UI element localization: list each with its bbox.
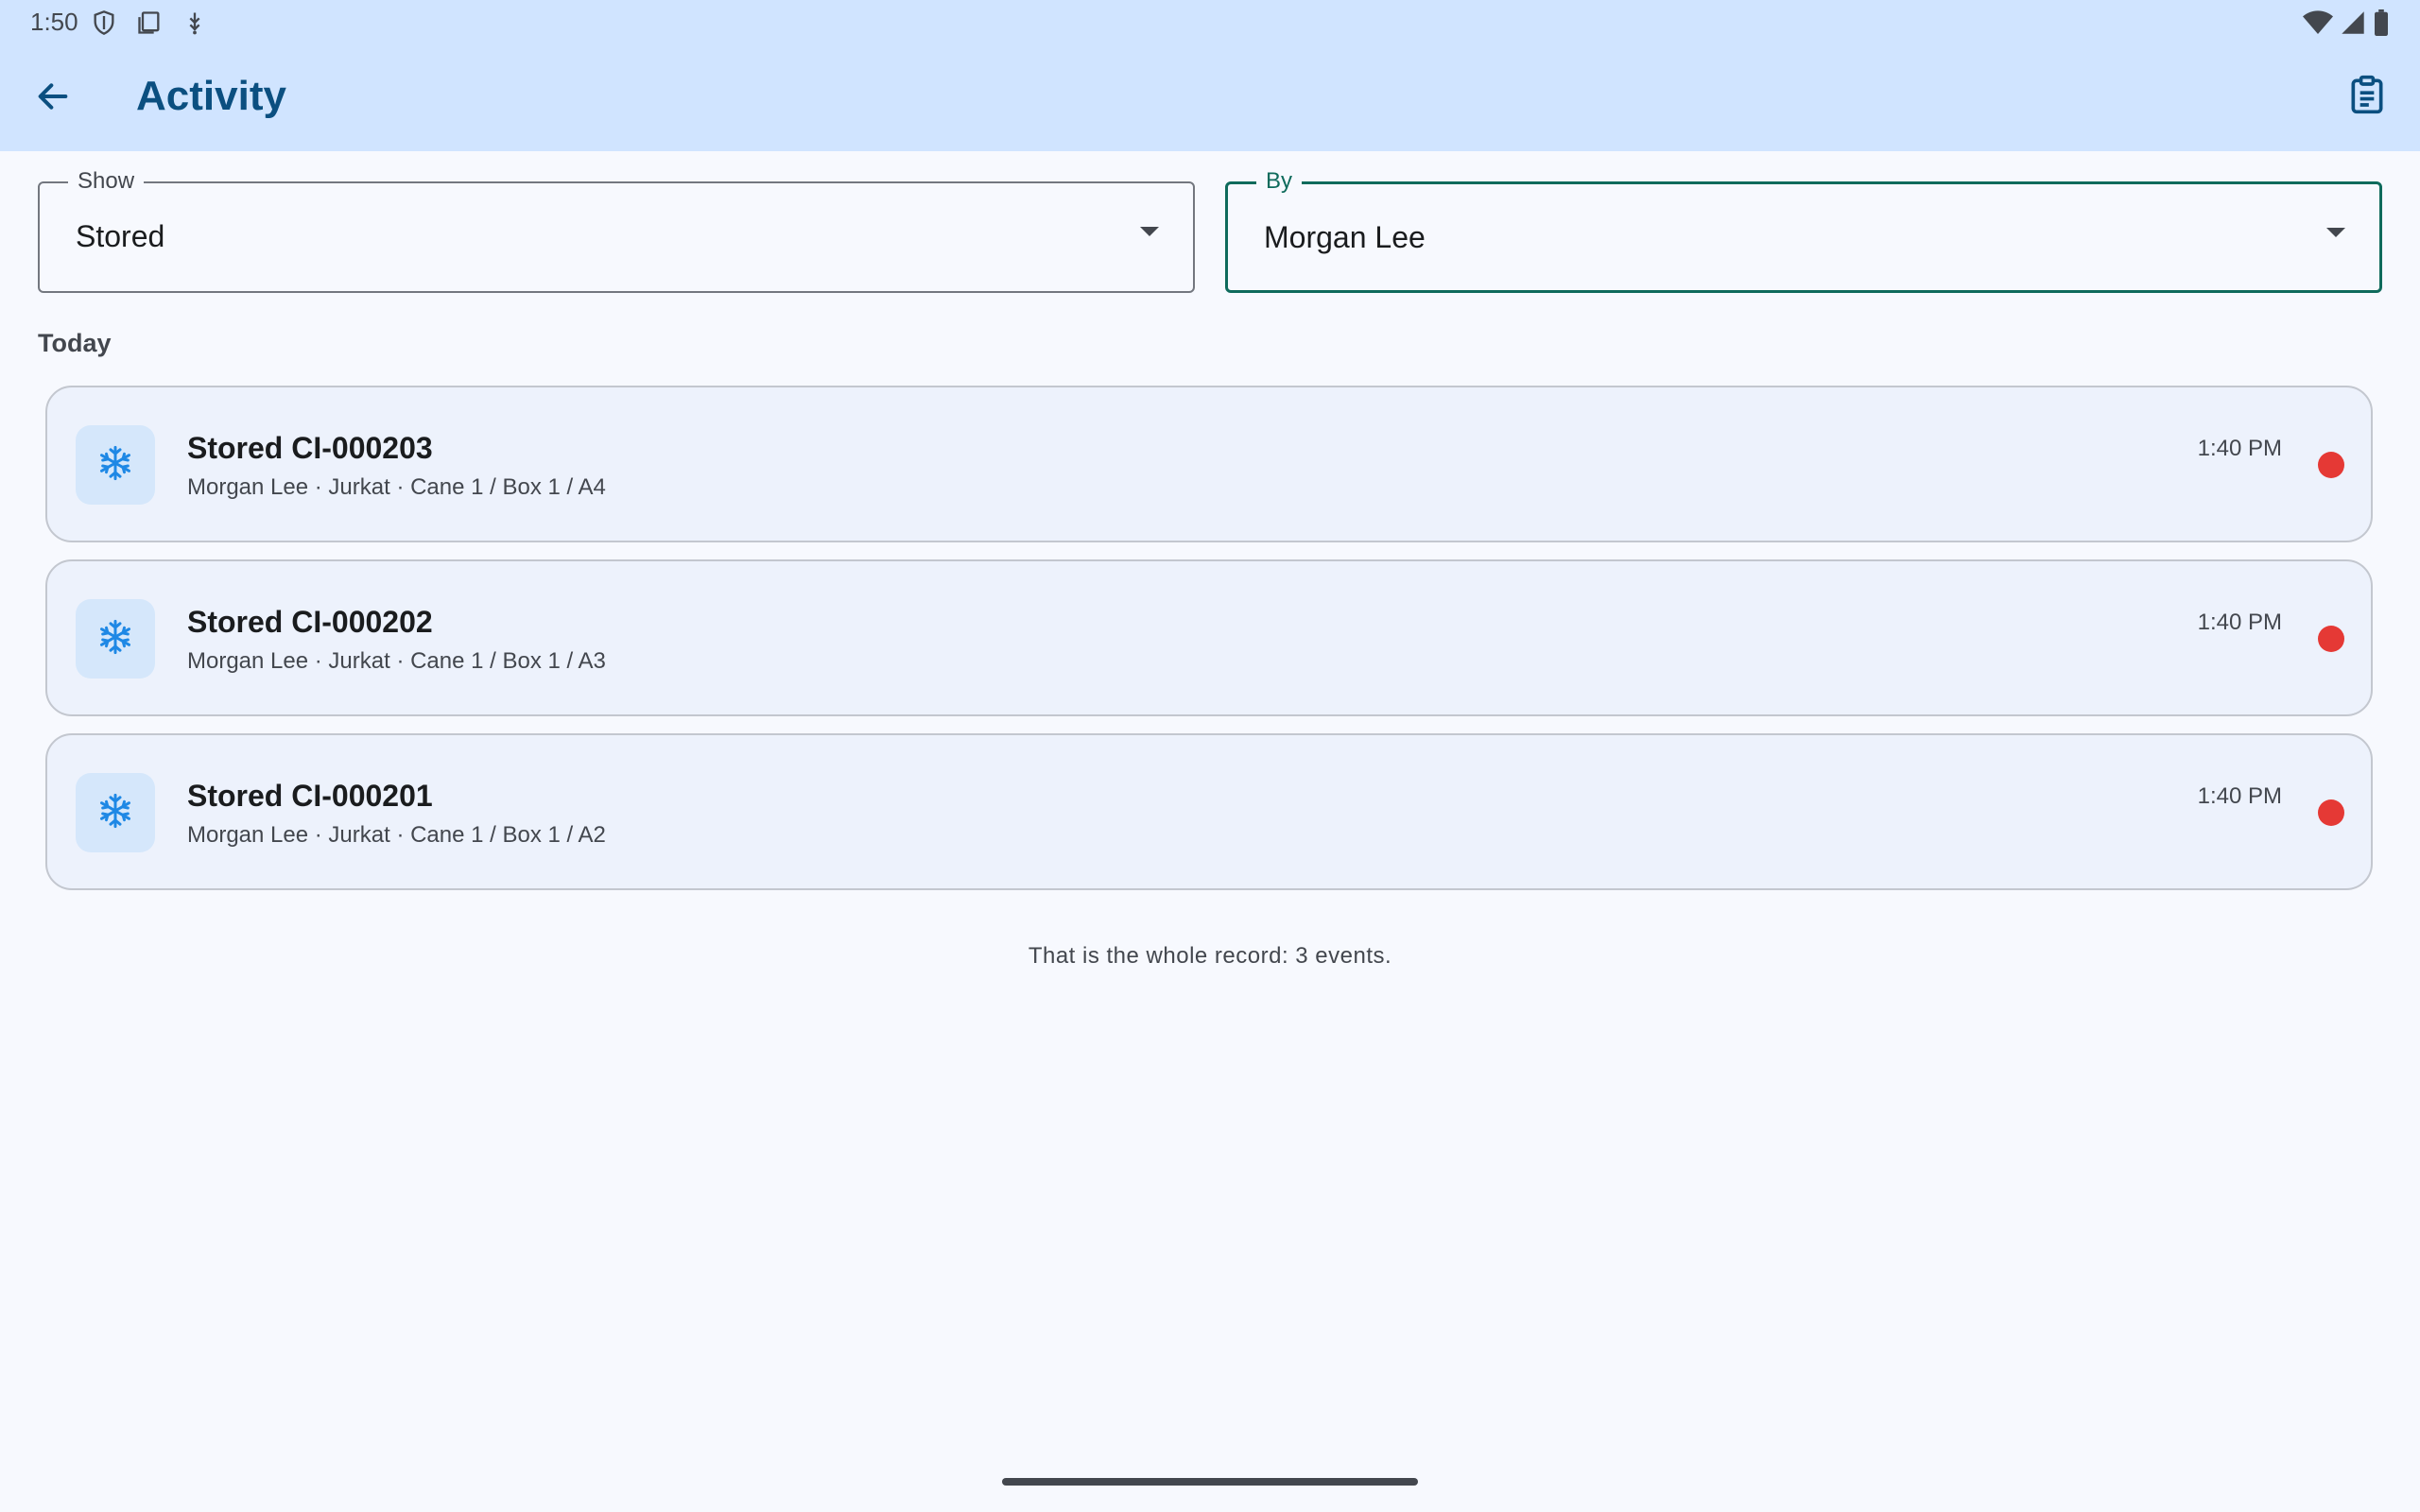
cell-signal-icon [2341, 9, 2365, 41]
arrow-back-icon [34, 77, 72, 120]
event-subtitle: Morgan Lee · Jurkat · Cane 1 / Box 1 / A… [187, 648, 606, 674]
event-time: 1:40 PM [2197, 783, 2282, 809]
clipboard-button[interactable] [2337, 66, 2397, 127]
event-icon-tile [76, 425, 155, 505]
snowflake-icon [96, 792, 134, 834]
top-app-bar: 1:50 Activity [0, 0, 2420, 151]
event-card[interactable]: Stored CI-000201 Morgan Lee · Jurkat · C… [45, 733, 2373, 890]
gesture-nav-handle[interactable] [1002, 1478, 1418, 1486]
status-bar: 1:50 [0, 0, 2420, 45]
event-title: Stored CI-000201 [187, 779, 433, 813]
event-time: 1:40 PM [2197, 610, 2282, 635]
status-dot [2318, 799, 2344, 826]
screenshot-icon [136, 9, 163, 36]
event-subtitle: Morgan Lee · Jurkat · Cane 1 / Box 1 / A… [187, 474, 606, 500]
wifi-icon [2303, 9, 2333, 41]
snowflake-icon [96, 444, 134, 487]
event-card[interactable]: Stored CI-000202 Morgan Lee · Jurkat · C… [45, 559, 2373, 716]
status-dot [2318, 452, 2344, 478]
record-summary-text: That is the whole record: 3 events. [1028, 943, 1392, 969]
dropdown-arrow-icon [1140, 227, 1159, 236]
status-dot [2318, 626, 2344, 652]
event-title: Stored CI-000202 [187, 605, 433, 639]
back-button[interactable] [23, 68, 83, 129]
by-filter-dropdown[interactable]: By Morgan Lee [1225, 168, 2382, 293]
event-icon-tile [76, 773, 155, 852]
event-card[interactable]: Stored CI-000203 Morgan Lee · Jurkat · C… [45, 386, 2373, 542]
battery-icon [2373, 9, 2390, 41]
page-title: Activity [136, 73, 286, 119]
by-filter-label: By [1256, 168, 1303, 195]
usb-debug-icon [182, 9, 208, 36]
section-header-today: Today [38, 329, 112, 357]
status-time: 1:50 [30, 8, 78, 36]
shield-icon [91, 9, 117, 36]
event-subtitle: Morgan Lee · Jurkat · Cane 1 / Box 1 / A… [187, 822, 606, 848]
snowflake-icon [96, 618, 134, 661]
by-filter-value: Morgan Lee [1264, 220, 1426, 254]
show-filter-dropdown[interactable]: Show Stored [38, 168, 1195, 293]
dropdown-arrow-icon [2326, 228, 2345, 237]
event-time: 1:40 PM [2197, 436, 2282, 461]
event-title: Stored CI-000203 [187, 431, 433, 465]
clipboard-list-icon [2346, 74, 2388, 120]
show-filter-label: Show [68, 168, 145, 195]
event-icon-tile [76, 599, 155, 679]
show-filter-value: Stored [76, 219, 165, 253]
